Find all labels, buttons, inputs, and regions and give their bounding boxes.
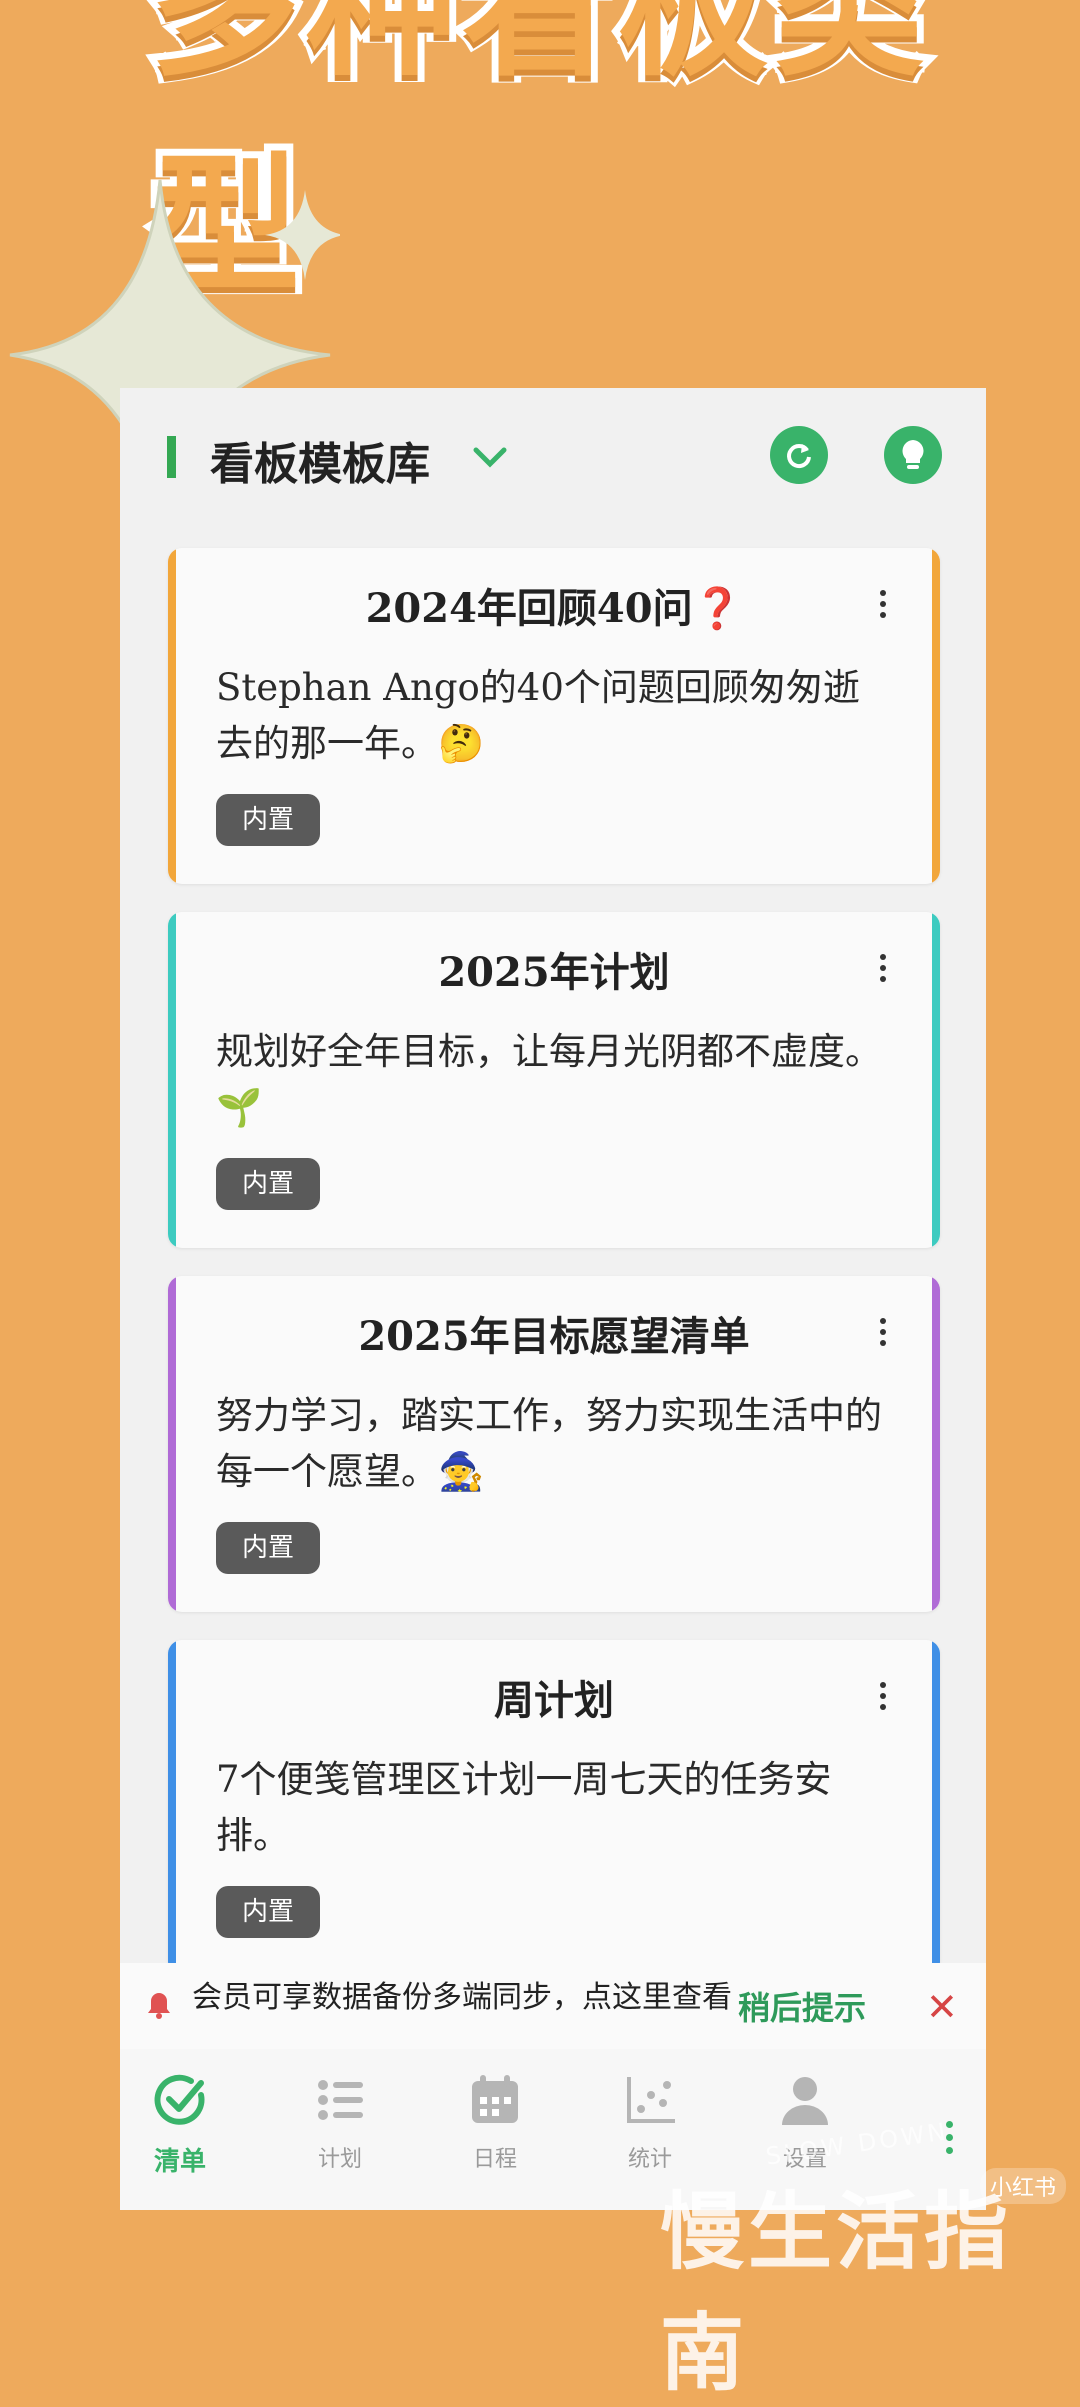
template-card[interactable]: 2024年回顾40问❓ Stephan Ango的40个问题回顾匆匆逝去的那一年… <box>168 548 940 884</box>
card-left-accent <box>168 1640 176 1976</box>
refresh-icon <box>787 444 811 469</box>
list-icon <box>318 2080 363 2120</box>
card-left-accent <box>168 548 176 884</box>
card-title: 周计划 <box>494 1677 614 1724</box>
template-card[interactable]: 2025年计划 规划好全年目标，让每月光阴都不虚度。🌱 内置 <box>168 912 940 1248</box>
card-title: 2024年回顾40问❓ <box>365 585 743 632</box>
card-left-accent <box>168 1276 176 1612</box>
builtin-badge: 内置 <box>216 1158 321 1210</box>
more-options-icon[interactable] <box>878 954 888 984</box>
scatter-icon <box>627 2077 675 2123</box>
page-title[interactable]: 看板模板库 <box>210 428 430 492</box>
chevron-down-icon[interactable] <box>470 440 510 474</box>
template-card[interactable]: 2025年目标愿望清单 努力学习，踏实工作，努力实现生活中的每一个愿望。🧙 内置 <box>168 1276 940 1612</box>
card-description: Stephan Ango的40个问题回顾匆匆逝去的那一年。🤔 <box>216 666 860 765</box>
tab-label: 计划 <box>317 2147 362 2172</box>
tab-plan[interactable]: 计划 <box>280 2071 400 2173</box>
remind-later-button[interactable]: 稍后提示 <box>738 1983 866 2029</box>
top-bar: 看板模板库 <box>120 388 986 528</box>
refresh-button[interactable] <box>770 426 828 484</box>
membership-notice[interactable]: 会员可享数据备份多端同步，点这里查看 稍后提示 ✕ <box>120 1963 986 2049</box>
builtin-badge: 内置 <box>216 1886 321 1938</box>
tab-label: 日程 <box>472 2147 517 2172</box>
more-options-icon[interactable] <box>878 1318 888 1348</box>
card-right-accent <box>932 1640 940 1976</box>
card-left-accent <box>168 912 176 1248</box>
tab-stats[interactable]: 统计 <box>590 2071 710 2173</box>
card-title: 2025年目标愿望清单 <box>358 1313 750 1360</box>
card-title: 2025年计划 <box>438 949 670 996</box>
template-card[interactable]: 周计划 7个便笺管理区计划一周七天的任务安排。 内置 <box>168 1640 940 1976</box>
user-icon <box>782 2077 828 2125</box>
calendar-icon <box>472 2075 518 2123</box>
builtin-badge: 内置 <box>216 794 321 846</box>
tab-label: 清单 <box>153 2147 206 2177</box>
title-accent-mark <box>167 436 176 478</box>
card-right-accent <box>932 1276 940 1612</box>
bell-icon <box>148 1993 170 2019</box>
card-description: 7个便笺管理区计划一周七天的任务安排。 <box>216 1758 832 1857</box>
card-right-accent <box>932 548 940 884</box>
more-options-icon[interactable] <box>878 1682 888 1712</box>
app-screen: 看板模板库 2024年回顾40问❓ Stephan Ango的40个问题回顾匆匆… <box>120 388 986 2210</box>
notice-text[interactable]: 会员可享数据备份多端同步，点这里查看 <box>192 1975 732 2045</box>
tab-checklist[interactable]: 清单 <box>120 2071 240 2178</box>
card-description: 规划好全年目标，让每月光阴都不虚度。🌱 <box>216 1030 882 1129</box>
watermark-tag: 小红书 <box>980 2168 1067 2204</box>
tab-schedule[interactable]: 日程 <box>435 2071 555 2173</box>
tips-button[interactable] <box>884 426 942 484</box>
lightbulb-icon <box>902 440 924 469</box>
more-options-icon[interactable] <box>878 590 888 620</box>
builtin-badge: 内置 <box>216 1522 321 1574</box>
card-description: 努力学习，踏实工作，努力实现生活中的每一个愿望。🧙 <box>216 1394 882 1493</box>
check-circle-icon <box>154 2074 205 2125</box>
close-notice-button[interactable]: ✕ <box>926 1985 958 2029</box>
card-right-accent <box>932 912 940 1248</box>
